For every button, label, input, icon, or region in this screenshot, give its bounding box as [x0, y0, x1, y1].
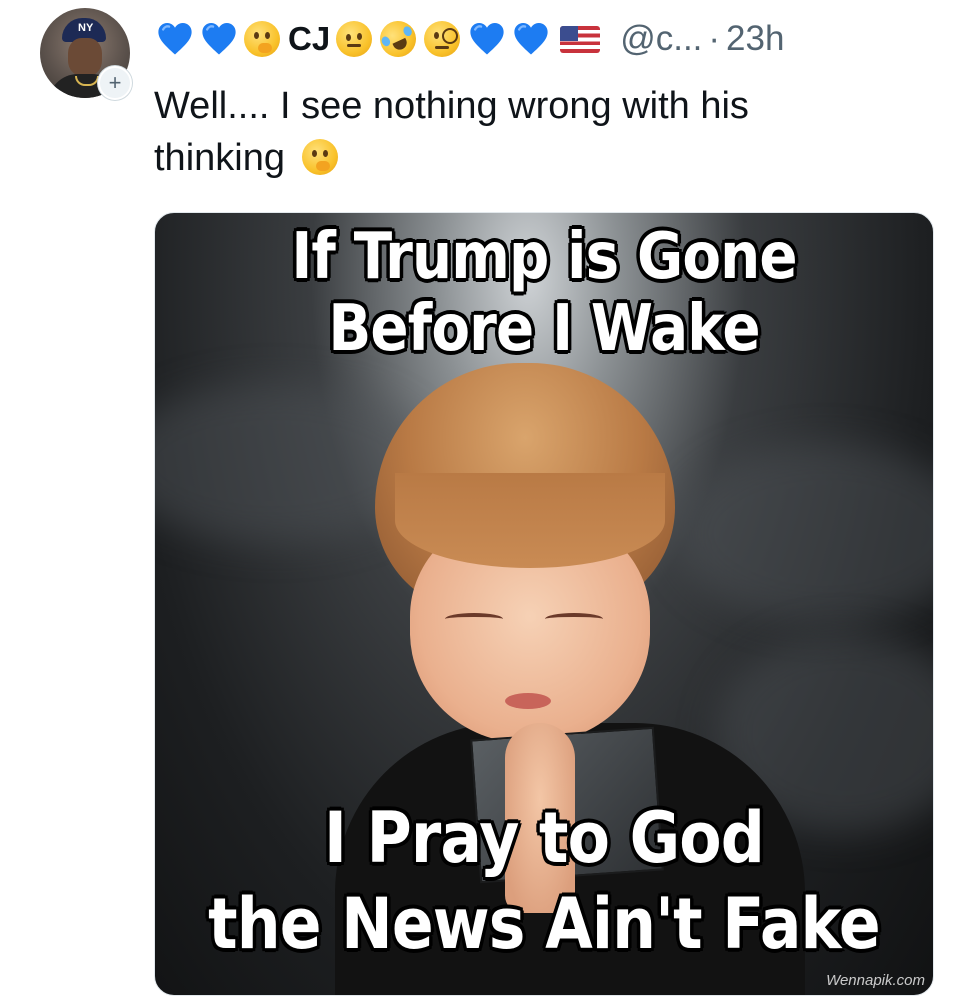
tweet-timestamp[interactable]: 23h: [726, 19, 784, 59]
child-eye: [545, 613, 603, 625]
follow-plus-button[interactable]: +: [98, 66, 132, 100]
blue-heart-icon: [468, 20, 506, 58]
author-handle[interactable]: @c...: [620, 19, 702, 59]
child-eye: [445, 613, 503, 625]
meme-caption-line: Before I Wake: [328, 292, 760, 366]
meme-caption-line: If Trump is Gone: [291, 220, 797, 294]
author-name[interactable]: CJ: [288, 20, 330, 58]
cap-logo: NY: [78, 22, 94, 34]
tweet[interactable]: NY + CJ @c... · 23h Well.... I see nothi…: [0, 0, 964, 1000]
tweet-media-image[interactable]: If Trump is Gone Before I Wake I Pray to…: [154, 212, 934, 996]
us-flag-icon: [560, 25, 601, 53]
rofl-face-icon: [374, 15, 423, 63]
meme-caption-line: the News Ain't Fake: [208, 883, 881, 965]
blue-heart-icon: [512, 20, 550, 58]
child-fringe: [395, 473, 665, 568]
monocle-face-icon: [424, 20, 462, 58]
meme-top-caption: If Trump is Gone Before I Wake: [202, 221, 887, 365]
blue-heart-icon: [200, 20, 238, 58]
tweet-text: Well.... I see nothing wrong with his th…: [154, 80, 944, 184]
tweet-text-word: thinking: [154, 137, 285, 179]
meme-bottom-caption: I Pray to God the News Ain't Fake: [202, 795, 887, 967]
raised-eyebrow-face-icon: [336, 20, 374, 58]
tweet-text-line: thinking: [154, 132, 944, 184]
tweet-header: CJ @c... · 23h: [156, 14, 784, 64]
avatar-face: [68, 38, 102, 76]
thinking-face-icon: [244, 20, 282, 58]
watermark: Wennapik.com: [826, 972, 925, 989]
tweet-text-line: Well.... I see nothing wrong with his: [154, 85, 749, 127]
thinking-face-icon: [301, 138, 340, 176]
separator-dot: ·: [708, 19, 721, 58]
child-mouth: [505, 693, 551, 709]
meme-caption-line: I Pray to God: [324, 797, 765, 879]
blue-heart-icon: [156, 20, 194, 58]
